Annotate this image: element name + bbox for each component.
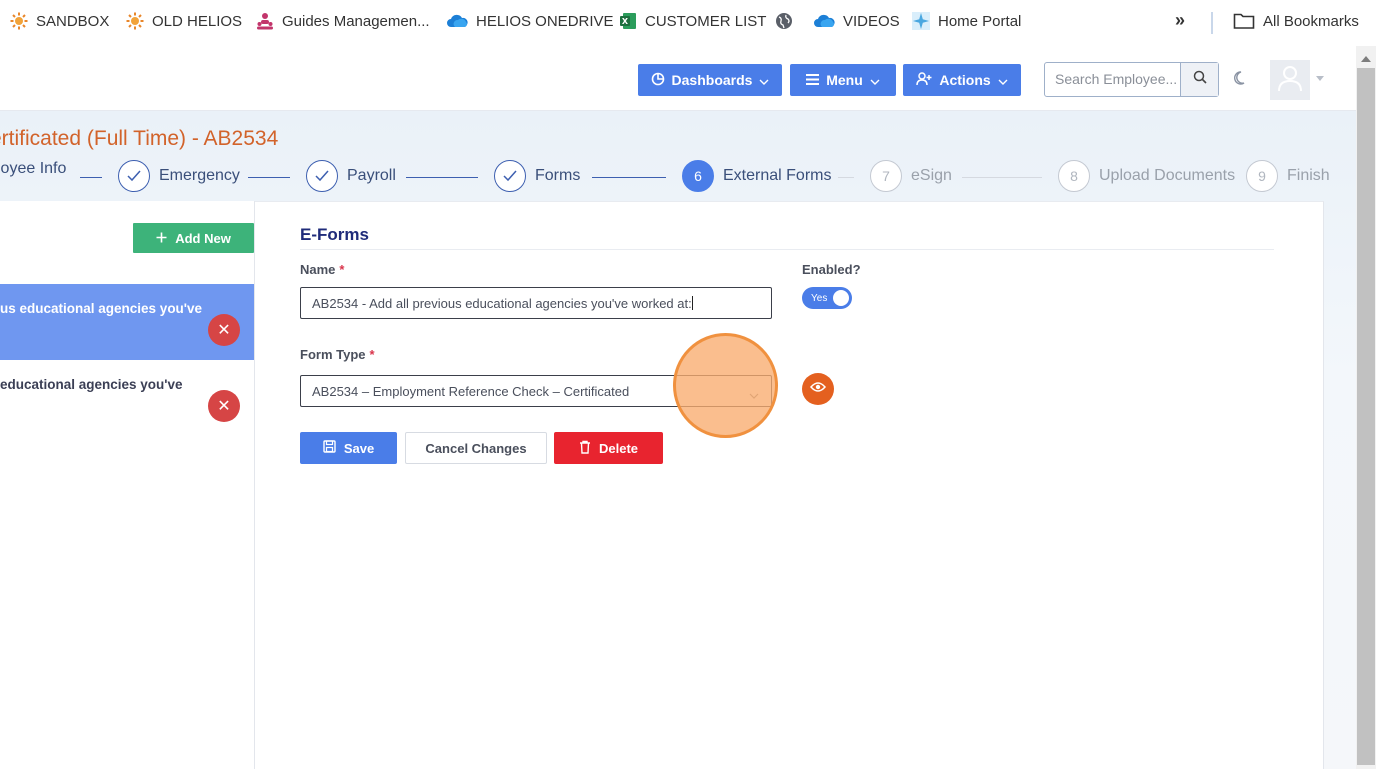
bookmark-customer-list[interactable]: X CUSTOMER LIST (619, 12, 766, 30)
scroll-up-arrow[interactable] (1361, 56, 1371, 62)
remove-item-button[interactable]: ✕ (208, 390, 240, 422)
search-button[interactable] (1180, 63, 1218, 96)
text-cursor (691, 296, 693, 310)
divider (300, 249, 1274, 250)
sun-logo-icon (10, 12, 28, 30)
bookmark-label: Guides Managemen... (282, 12, 430, 30)
bookmarks-overflow-button[interactable]: » (1175, 10, 1185, 31)
hamburger-icon (806, 72, 820, 88)
employee-search: Search Employee... (1044, 62, 1219, 97)
remove-item-button[interactable]: ✕ (208, 314, 240, 346)
eye-icon (810, 380, 826, 398)
chevron-down-icon (759, 72, 769, 88)
step-employee-info[interactable]: loyee Info (0, 160, 66, 178)
trash-icon (579, 440, 591, 457)
bookmark-home-portal[interactable]: Home Portal (912, 12, 1021, 30)
dashboards-button[interactable]: Dashboards (638, 64, 782, 96)
all-bookmarks-button[interactable]: All Bookmarks (1233, 12, 1359, 30)
checkmark-icon (494, 160, 526, 192)
name-label: Name * (300, 262, 345, 277)
step-number: 7 (870, 160, 902, 192)
step-number: 8 (1058, 160, 1090, 192)
chevron-down-icon (870, 72, 880, 88)
step-number: 9 (1246, 160, 1278, 192)
delete-button[interactable]: Delete (554, 432, 663, 464)
form-type-label: Form Type * (300, 347, 375, 362)
bookmark-label: VIDEOS (843, 12, 900, 30)
step-connector (592, 177, 666, 178)
step-forms[interactable]: Forms (494, 160, 580, 192)
bookmarks-bar: SANDBOX OLD HELIOS Guides Managemen... H… (0, 0, 1376, 46)
chevron-down-icon (998, 72, 1008, 88)
enabled-toggle[interactable]: Yes (802, 287, 852, 309)
bookmark-helios-onedrive[interactable]: HELIOS ONEDRIVE (446, 12, 614, 30)
cancel-changes-button[interactable]: Cancel Changes (405, 432, 547, 464)
bookmark-label: SANDBOX (36, 12, 110, 30)
step-connector (406, 177, 478, 178)
bookmark-globe[interactable] (775, 12, 801, 30)
onedrive-cloud-icon (446, 12, 468, 30)
step-upload-documents[interactable]: 8 Upload Documents (1058, 160, 1235, 192)
dark-mode-toggle[interactable] (1233, 70, 1249, 91)
bookmark-sandbox[interactable]: SANDBOX (10, 12, 109, 30)
click-highlight-marker (673, 333, 778, 438)
step-connector (838, 177, 854, 178)
scrollbar-thumb[interactable] (1357, 68, 1375, 765)
avatar[interactable] (1270, 60, 1310, 100)
close-icon: ✕ (217, 322, 231, 339)
bookmark-guides-management[interactable]: Guides Managemen... (256, 12, 430, 30)
all-bookmarks-label: All Bookmarks (1263, 12, 1359, 30)
bookmark-label: CUSTOMER LIST (645, 12, 767, 30)
page-title: ertificated (Full Time) - AB2534 (0, 127, 279, 150)
bookmark-label: HELIOS ONEDRIVE (476, 12, 614, 30)
bookmarks-separator (1211, 12, 1213, 34)
toggle-knob (833, 290, 849, 306)
checkmark-icon (118, 160, 150, 192)
step-connector (80, 177, 102, 178)
enabled-label: Enabled? (802, 262, 861, 277)
floppy-disk-icon (323, 440, 336, 456)
step-external-forms[interactable]: 6 External Forms (682, 160, 831, 192)
folder-icon (1233, 12, 1255, 30)
name-input[interactable]: AB2534 - Add all previous educational ag… (300, 287, 772, 319)
search-input[interactable]: Search Employee... (1045, 63, 1180, 96)
people-icon (256, 12, 274, 30)
preview-form-button[interactable] (802, 373, 834, 405)
close-icon: ✕ (217, 398, 231, 415)
checkmark-icon (306, 160, 338, 192)
bookmark-old-helios[interactable]: OLD HELIOS (126, 12, 242, 30)
step-connector (962, 177, 1042, 178)
svg-text:X: X (622, 17, 629, 26)
step-esign[interactable]: 7 eSign (870, 160, 952, 192)
section-title: E-Forms (300, 225, 369, 244)
search-icon (1193, 70, 1207, 89)
menu-button[interactable]: Menu (790, 64, 896, 96)
step-payroll[interactable]: Payroll (306, 160, 396, 192)
bookmark-label: OLD HELIOS (152, 12, 243, 30)
step-finish[interactable]: 9 Finish (1246, 160, 1330, 192)
step-emergency[interactable]: Emergency (118, 160, 240, 192)
user-icon (1277, 64, 1303, 97)
add-new-button[interactable]: Add New (133, 223, 254, 253)
plus-icon (156, 231, 167, 246)
user-add-icon (916, 71, 932, 89)
bookmark-label: Home Portal (938, 12, 1022, 30)
app-header: Dashboards Menu Actions Search Employee.… (0, 46, 1356, 111)
step-number: 6 (682, 160, 714, 192)
moon-icon (1233, 71, 1249, 90)
pie-chart-icon (651, 72, 665, 89)
sparkle-icon (912, 12, 930, 30)
onedrive-cloud-icon (813, 12, 835, 30)
actions-button[interactable]: Actions (903, 64, 1021, 96)
globe-icon (775, 12, 793, 30)
step-connector (248, 177, 290, 178)
bookmark-videos[interactable]: VIDEOS (813, 12, 900, 30)
sun-logo-icon (126, 12, 144, 30)
avatar-dropdown-caret[interactable] (1316, 76, 1324, 81)
excel-icon: X (619, 12, 637, 30)
save-button[interactable]: Save (300, 432, 397, 464)
